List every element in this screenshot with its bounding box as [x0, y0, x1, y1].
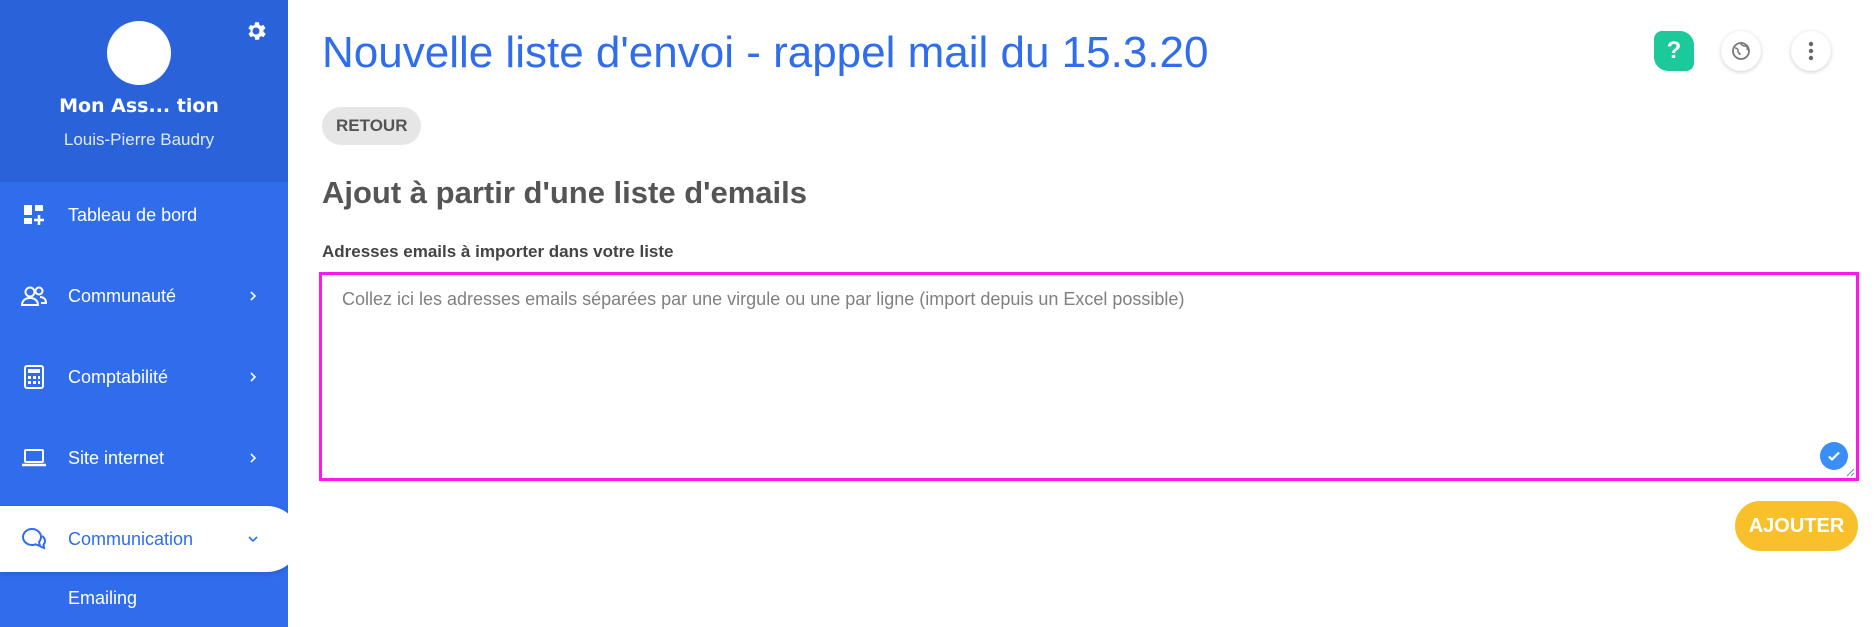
chevron-down-icon: [248, 536, 258, 543]
more-vertical-icon: [1808, 41, 1814, 61]
resize-handle-icon[interactable]: [1845, 467, 1855, 477]
chevron-right-icon: [250, 291, 257, 301]
sidebar-item-label: Comptabilité: [68, 366, 169, 387]
section-title: Ajout à partir d'une liste d'emails: [322, 175, 808, 210]
help-icon: ?: [1666, 37, 1682, 64]
chat-icon: [20, 525, 48, 553]
sidebar-item-label: Site internet: [68, 447, 165, 468]
sidebar-item-site-internet[interactable]: Site internet: [0, 425, 288, 491]
globe-icon: [1732, 42, 1750, 60]
sidebar-item-label: Tableau de bord: [68, 204, 198, 225]
page-title: Nouvelle liste d'envoi - rappel mail du …: [322, 28, 1209, 77]
globe-button[interactable]: [1721, 31, 1761, 71]
community-icon: [20, 282, 48, 310]
sidebar-item-communaute[interactable]: Communauté: [0, 263, 288, 329]
sidebar-subitem-emailing[interactable]: Emailing: [68, 588, 137, 609]
more-options-button[interactable]: [1791, 31, 1831, 71]
help-button[interactable]: ?: [1654, 31, 1694, 71]
emails-textarea-container: [319, 272, 1859, 481]
sidebar-item-label: Communication: [68, 528, 194, 549]
sidebar-item-comptabilite[interactable]: Comptabilité: [0, 344, 288, 410]
checkmark-icon: [1820, 442, 1848, 470]
organization-name: Mon Ass... tion: [59, 95, 219, 117]
sidebar-item-communication[interactable]: Communication: [0, 506, 288, 572]
calculator-icon: [20, 363, 48, 391]
emails-textarea[interactable]: [322, 275, 1856, 478]
add-button[interactable]: AJOUTER: [1735, 501, 1858, 551]
chevron-right-icon: [250, 372, 257, 382]
user-name: Louis-Pierre Baudry: [63, 130, 215, 149]
laptop-icon: [20, 444, 48, 472]
emails-field-label: Adresses emails à importer dans votre li…: [322, 242, 674, 261]
dashboard-icon: [20, 201, 48, 229]
sidebar-header: Mon Ass... tion Louis-Pierre Baudry: [0, 0, 288, 182]
avatar[interactable]: [107, 21, 171, 85]
gear-icon[interactable]: [244, 19, 268, 43]
sidebar: Mon Ass... tion Louis-Pierre Baudry Tabl…: [0, 0, 288, 627]
chevron-right-icon: [250, 453, 257, 463]
back-button[interactable]: RETOUR: [322, 107, 422, 145]
sidebar-item-tableau-de-bord[interactable]: Tableau de bord: [0, 182, 288, 248]
sidebar-item-label: Communauté: [68, 285, 177, 306]
